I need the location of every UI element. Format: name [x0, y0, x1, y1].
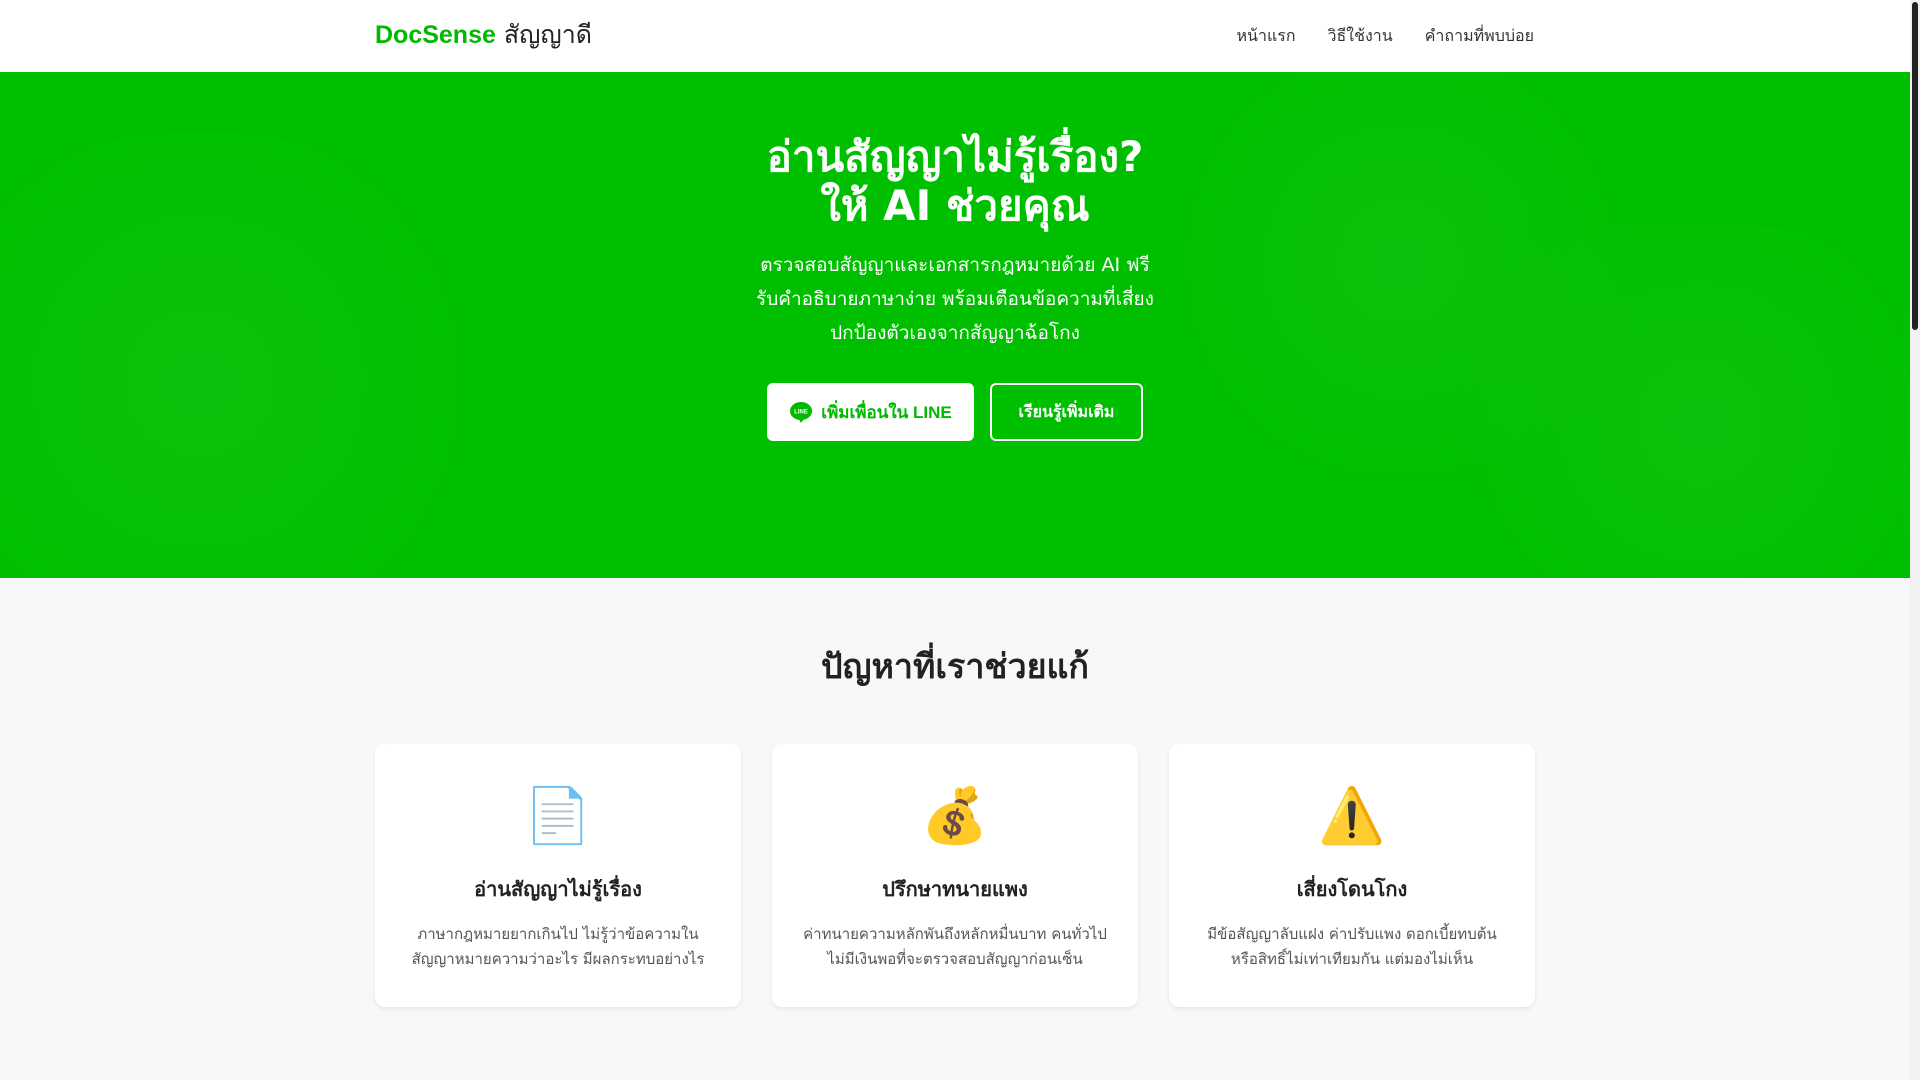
card-desc-line: หรือสิทธิ์ไม่เท่าเทียมกัน แต่มองไม่เห็น — [1230, 950, 1474, 968]
card-desc-line: ไม่มีเงินพอที่จะตรวจสอบสัญญาก่อนเซ็น — [827, 950, 1083, 968]
problem-card: 📄 อ่านสัญญาไม่รู้เรื่อง ภาษากฎหมายยากเกิ… — [375, 744, 741, 1007]
hero-title-line1: อ่านสัญญาไม่รู้เรื่อง? — [766, 132, 1144, 181]
logo-thai: สัญญาดี — [503, 20, 592, 49]
card-desc-line: สัญญาหมายความว่าอะไร มีผลกระทบอย่างไร — [411, 950, 705, 968]
nav-links: หน้าแรก วิธีใช้งาน คำถามที่พบบ่อย — [1236, 22, 1534, 50]
document-icon: 📄 — [524, 784, 592, 847]
card-description: มีข้อสัญญาลับแฝง ค่าปรับแพง ดอกเบี้ยทบต้… — [1189, 922, 1515, 972]
hero-buttons: LINE เพิ่มเพื่อนใน LINE เรียนรู้เพิ่มเติ… — [767, 383, 1143, 441]
warning-icon: ⚠️ — [1318, 784, 1386, 847]
hero-subtitle-line: ปกป้องตัวเองจากสัญญาฉ้อโกง — [830, 322, 1080, 344]
card-desc-line: ภาษากฎหมายยากเกินไป ไม่รู้ว่าข้อความใน — [417, 925, 699, 943]
logo[interactable]: DocSense สัญญาดี — [375, 17, 592, 53]
problem-cards: 📄 อ่านสัญญาไม่รู้เรื่อง ภาษากฎหมายยากเกิ… — [375, 744, 1535, 1007]
card-desc-line: ค่าทนายความหลักพันถึงหลักหมื่นบาท คนทั่ว… — [803, 925, 1107, 943]
scrollbar-thumb[interactable] — [1912, 2, 1918, 330]
problem-card: 💰 ปรึกษาทนายแพง ค่าทนายความหลักพันถึงหลั… — [772, 744, 1138, 1007]
card-title: เสี่ยงโดนโกง — [1296, 877, 1408, 901]
hero-subtitle-line: ตรวจสอบสัญญาและเอกสารกฎหมายด้วย AI ฟรี — [760, 254, 1150, 276]
card-title: อ่านสัญญาไม่รู้เรื่อง — [474, 877, 642, 901]
card-title: ปรึกษาทนายแพง — [882, 877, 1028, 901]
hero-title: อ่านสัญญาไม่รู้เรื่อง? ให้ AI ช่วยคุณ — [0, 132, 1910, 230]
card-description: ค่าทนายความหลักพันถึงหลักหมื่นบาท คนทั่ว… — [792, 922, 1118, 972]
logo-brand: DocSense — [375, 21, 496, 49]
learn-more-label: เรียนรู้เพิ่มเติม — [1018, 401, 1115, 421]
money-bag-icon: 💰 — [921, 784, 989, 847]
learn-more-button[interactable]: เรียนรู้เพิ่มเติม — [990, 383, 1143, 441]
hero-title-line2: ให้ AI ช่วยคุณ — [820, 181, 1090, 230]
hero-subtitle-line: รับคำอธิบายภาษาง่าย พร้อมเตือนข้อความที่… — [756, 288, 1154, 310]
card-desc-line: มีข้อสัญญาลับแฝง ค่าปรับแพง ดอกเบี้ยทบต้… — [1207, 925, 1497, 943]
nav-link-home[interactable]: หน้าแรก — [1236, 22, 1295, 50]
card-description: ภาษากฎหมายยากเกินไป ไม่รู้ว่าข้อความในสั… — [395, 922, 721, 972]
problems-title: ปัญหาที่เราช่วยแก้ — [820, 647, 1090, 687]
nav-link-faq[interactable]: คำถามที่พบบ่อย — [1425, 22, 1534, 50]
scrollbar[interactable] — [1910, 0, 1920, 1080]
hero-subtitle: ตรวจสอบสัญญาและเอกสารกฎหมายด้วย AI ฟรี ร… — [0, 248, 1910, 350]
add-line-friend-label: เพิ่มเพื่อนใน LINE — [821, 402, 952, 422]
line-icon-text: LINE — [794, 410, 808, 416]
problem-card: ⚠️ เสี่ยงโดนโกง มีข้อสัญญาลับแฝง ค่าปรับ… — [1169, 744, 1535, 1007]
page: DocSense สัญญาดี หน้าแรก วิธีใช้งาน คำถา… — [0, 0, 1910, 1080]
add-line-friend-button[interactable]: LINE เพิ่มเพื่อนใน LINE — [767, 383, 974, 441]
navbar: DocSense สัญญาดี หน้าแรก วิธีใช้งาน คำถา… — [0, 0, 1910, 72]
nav-link-how-to[interactable]: วิธีใช้งาน — [1328, 22, 1393, 50]
hero-section: อ่านสัญญาไม่รู้เรื่อง? ให้ AI ช่วยคุณ ตร… — [0, 72, 1910, 578]
line-icon: LINE — [790, 402, 813, 423]
